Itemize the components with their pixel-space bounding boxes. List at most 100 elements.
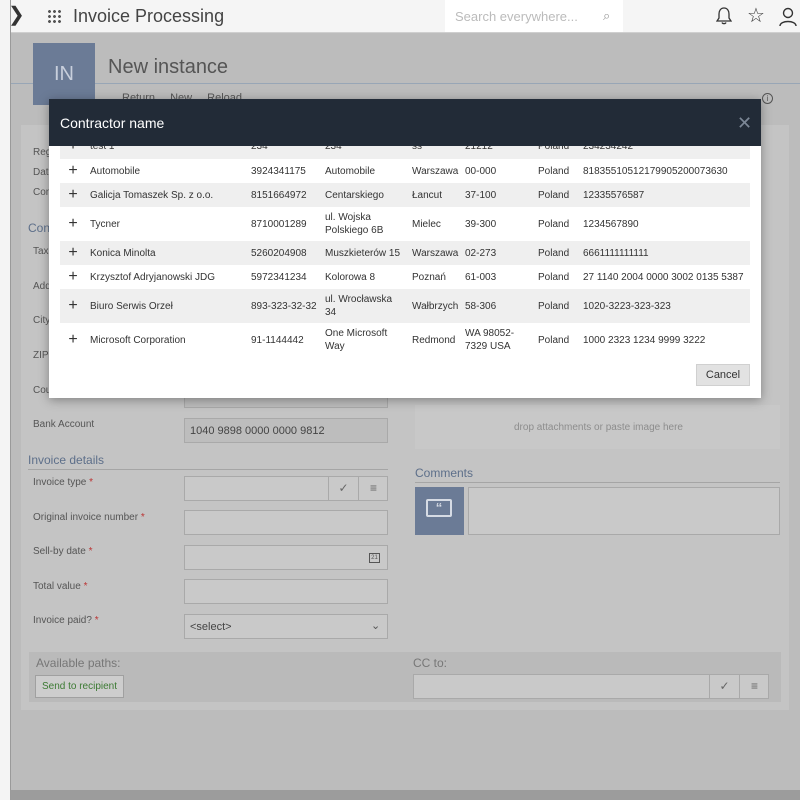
contractor-country-cell: Poland <box>538 334 570 346</box>
contractor-country-cell: Poland <box>538 271 570 283</box>
available-paths-label: Available paths: <box>36 656 121 670</box>
list-icon[interactable]: ≡ <box>358 477 388 500</box>
original-invoice-label: Original invoice number * <box>33 512 145 523</box>
left-rail <box>0 0 11 800</box>
contractor-account-cell: 81835510512179905200073630 <box>583 165 728 177</box>
comment-icon: “ <box>415 487 464 535</box>
contractor-zip-cell: 58-306 <box>461 289 534 323</box>
total-value-field[interactable] <box>184 579 388 604</box>
contractor-tax-cell: 5260204908 <box>247 241 321 265</box>
comment-textarea[interactable] <box>468 487 780 535</box>
add-icon[interactable]: + <box>60 265 86 289</box>
bank-account-field[interactable]: 1040 9898 0000 0000 9812 <box>184 418 388 443</box>
contractor-account-cell: 6661111111111 <box>579 241 750 265</box>
contractor-name-cell: Microsoft Corporation <box>90 334 186 346</box>
contractor-picker-dialog: Contractor name ✕ +test 1234234ss21212Po… <box>49 99 761 398</box>
contractor-country-cell: Poland <box>534 146 579 159</box>
invoice-paid-select[interactable]: <select> ⌄ <box>184 614 388 639</box>
search-icon[interactable]: ⌕ <box>603 8 610 24</box>
contractor-country-cell: Poland <box>538 165 570 177</box>
contractor-street-cell: Kolorowa 8 <box>325 271 376 283</box>
contractor-name-cell: Automobile <box>90 165 141 177</box>
paths-bar: Available paths: Send to recipient CC to… <box>29 652 781 702</box>
contractor-account-cell: 1020-3223-323-323 <box>579 289 750 323</box>
contractor-account-cell: 1234567890 <box>583 218 639 230</box>
contractor-zip-cell: 21212 <box>461 146 534 159</box>
search-input[interactable]: Search everywhere... ⌕ <box>445 0 623 32</box>
contractor-city-cell: Warszawa <box>408 241 461 265</box>
send-to-recipient-button[interactable]: Send to recipient <box>35 675 124 698</box>
contractor-account-cell: 1000 2323 1234 9999 3222 <box>583 334 706 346</box>
contractor-name-cell: Galicja Tomaszek Sp. z o.o. <box>86 183 247 207</box>
attachments-drop-zone[interactable]: drop attachments or paste image here <box>415 405 780 449</box>
contractor-row[interactable]: + Krzysztof Adryjanowski JDG 5972341234 Kol… <box>60 265 750 289</box>
contractor-tax-cell: 893-323-32-32 <box>247 289 321 323</box>
cancel-button[interactable]: Cancel <box>696 364 750 386</box>
contractor-row[interactable]: + Microsoft Corporation 91-1144442 One Micr… <box>60 323 750 357</box>
contractor-tax-cell: 8151664972 <box>247 183 321 207</box>
contractor-row[interactable]: + Tycner 8710001289 ul. Wojska Polskiego 6B… <box>60 207 750 241</box>
bank-account-label: Bank Account <box>33 419 95 430</box>
confirm-check-icon[interactable]: ✓ <box>709 675 739 698</box>
original-invoice-field[interactable] <box>184 510 388 535</box>
field-label: Tax <box>33 246 49 257</box>
contractor-city-cell: Warszawa <box>412 165 459 177</box>
contractor-row[interactable]: + Konica Minolta 5260204908 Muszkieterów 15… <box>60 241 750 265</box>
contractor-name-cell: Biuro Serwis Orzeł <box>86 289 247 323</box>
confirm-check-icon[interactable]: ✓ <box>328 477 358 500</box>
add-icon[interactable]: + <box>60 241 86 265</box>
contractor-tax-cell: 91-1144442 <box>251 334 304 346</box>
invoice-type-field[interactable]: ✓ ≡ <box>184 476 388 501</box>
contractor-street-cell: One Microsoft Way <box>325 328 388 352</box>
contractor-row[interactable]: + Automobile 3924341175 Automobile Warszawa 0… <box>60 159 750 183</box>
app-grid-icon[interactable] <box>47 9 61 23</box>
add-icon[interactable]: + <box>60 183 86 207</box>
contractor-city-cell: Poznań <box>412 271 446 283</box>
info-icon[interactable]: i <box>762 93 773 104</box>
contractor-city-cell: Mielec <box>412 218 441 230</box>
total-value-label: Total value * <box>33 581 88 592</box>
contractor-list[interactable]: +test 1234234ss21212Poland234234242+Auto… <box>60 146 750 377</box>
field-label: ZIP <box>33 350 49 361</box>
favorite-star-icon[interactable]: ☆ <box>747 3 765 28</box>
bank-account-value: 1040 9898 0000 0000 9812 <box>190 425 325 437</box>
sell-by-date-field[interactable]: 21 <box>184 545 388 570</box>
contractor-row[interactable]: + Biuro Serwis Orzeł 893-323-32-32 ul. Wroc… <box>60 289 750 323</box>
invoice-details-header: Invoice details <box>28 453 105 467</box>
contractor-street-cell: 234 <box>321 146 408 159</box>
contractor-country-cell: Poland <box>534 289 579 323</box>
add-icon[interactable]: + <box>60 323 86 357</box>
cc-to-field[interactable]: ✓ ≡ <box>413 674 769 699</box>
search-placeholder: Search everywhere... <box>455 9 578 24</box>
add-icon[interactable]: + <box>60 289 86 323</box>
contractor-zip-cell: 37-100 <box>461 183 534 207</box>
section-divider <box>28 469 388 470</box>
calendar-icon[interactable]: 21 <box>369 553 380 563</box>
drop-zone-text: drop attachments or paste image here <box>514 422 683 433</box>
list-icon[interactable]: ≡ <box>739 675 769 698</box>
contractor-name-cell: Krzysztof Adryjanowski JDG <box>90 271 216 283</box>
page-title: New instance <box>108 56 229 78</box>
contractor-street-cell: ul. Wojska Polskiego 6B <box>325 212 384 236</box>
add-icon[interactable]: + <box>60 159 86 183</box>
invoice-type-label: Invoice type * <box>33 477 94 488</box>
contractor-city-cell: Redmond <box>412 334 456 346</box>
invoice-paid-value: <select> <box>190 621 232 633</box>
bottom-bar <box>11 790 800 800</box>
contractor-row[interactable]: + Galicja Tomaszek Sp. z o.o. 8151664972 Ce… <box>60 183 750 207</box>
bell-icon[interactable] <box>716 7 732 25</box>
user-icon[interactable] <box>779 7 797 27</box>
contractor-tax-cell: 5972341234 <box>251 271 307 283</box>
contractor-country-cell: Poland <box>534 241 579 265</box>
invoice-paid-label: Invoice paid? * <box>33 615 99 626</box>
app-title: Invoice Processing <box>73 6 225 26</box>
contractor-street-cell: Automobile <box>325 165 376 177</box>
add-icon[interactable]: + <box>60 146 86 159</box>
add-icon[interactable]: + <box>60 207 86 241</box>
contractor-row[interactable]: +test 1234234ss21212Poland234234242 <box>60 146 750 159</box>
contractor-account-cell: 12335576587 <box>579 183 750 207</box>
contractor-city-cell: ss <box>408 146 461 159</box>
close-icon[interactable]: ✕ <box>737 113 752 134</box>
comments-header: Comments <box>415 466 474 480</box>
contractor-name-cell: test 1 <box>86 146 247 159</box>
